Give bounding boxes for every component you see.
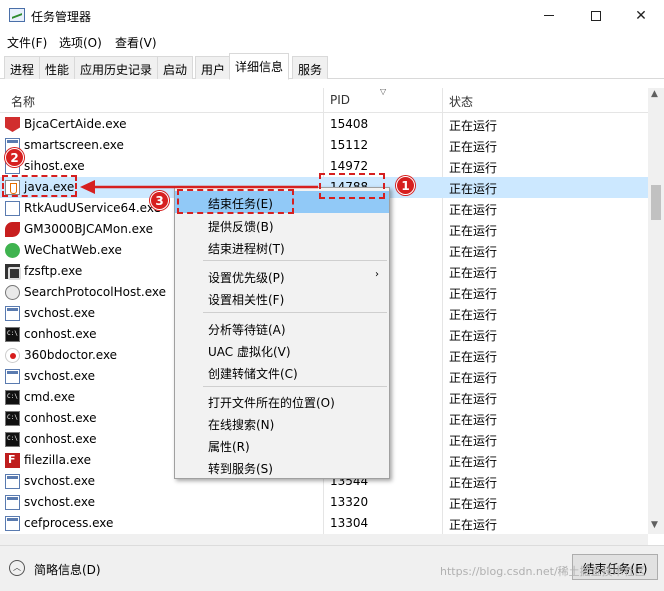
step-badge-3: 3 bbox=[150, 191, 169, 210]
arrow-head-icon bbox=[80, 180, 95, 194]
annotation-arrow bbox=[80, 180, 318, 194]
step-badge-1: 1 bbox=[396, 176, 415, 195]
step-badge-2: 2 bbox=[5, 148, 24, 167]
